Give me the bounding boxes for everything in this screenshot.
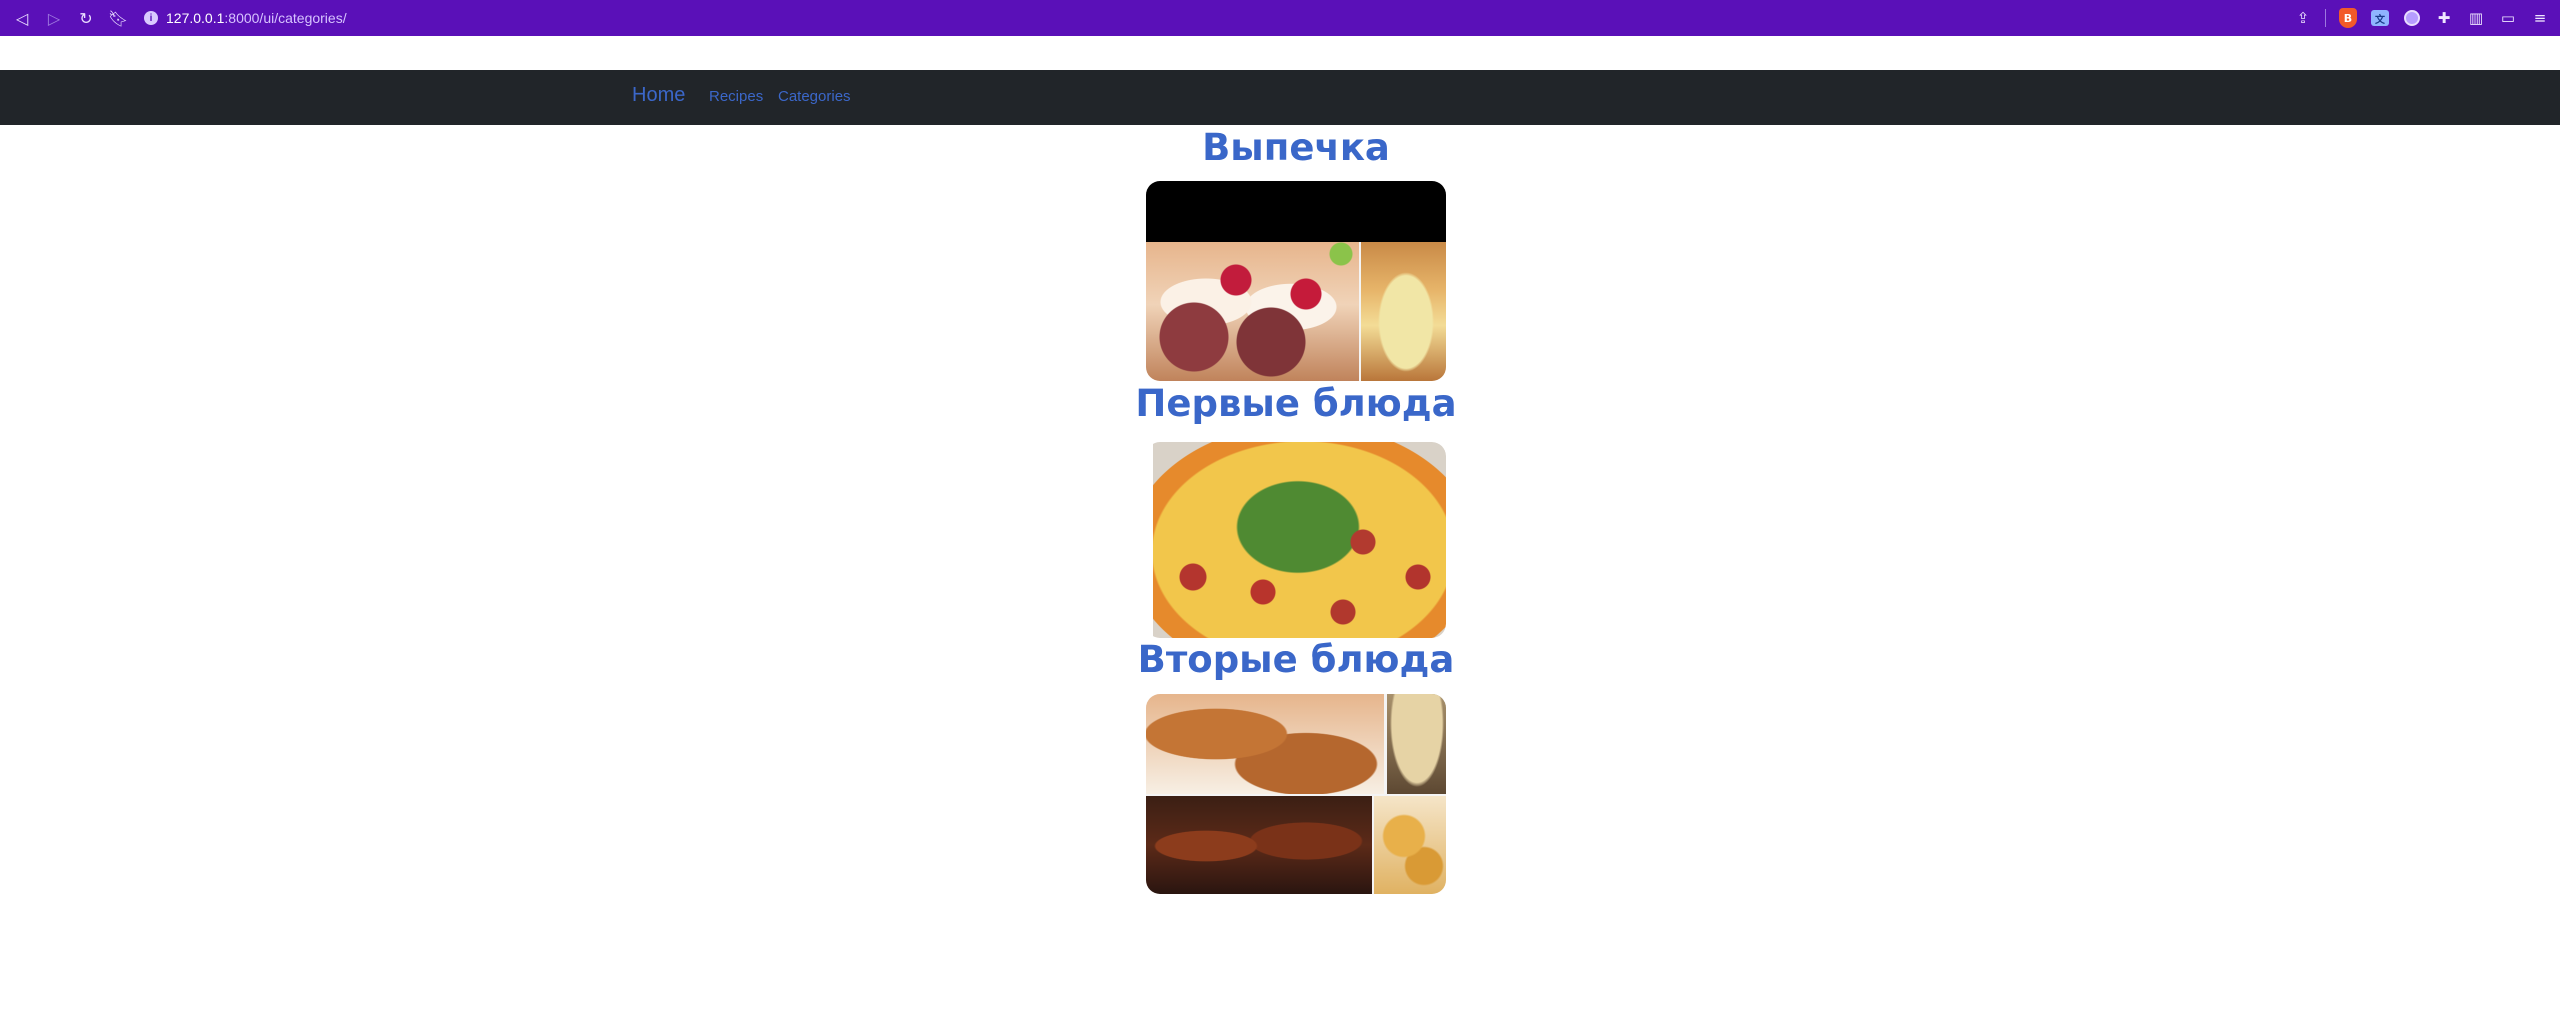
- collage-tile-ribs: [1146, 796, 1372, 894]
- forward-icon[interactable]: ▷: [38, 0, 70, 36]
- collage-tile-cutlets: [1146, 694, 1384, 794]
- back-icon[interactable]: ◁: [6, 0, 38, 36]
- nav-recipes-link[interactable]: Recipes: [709, 88, 763, 105]
- translate-icon[interactable]: 文: [2366, 4, 2394, 32]
- reload-icon[interactable]: ↻: [70, 0, 102, 36]
- collage-tile-soup: [1153, 442, 1446, 638]
- url-path: :8000/ui/categories/: [224, 10, 347, 26]
- browser-toolbar: ◁ ▷ ↻ 🔖︎ i 127.0.0.1:8000/ui/categories/…: [0, 0, 2560, 36]
- vpn-icon[interactable]: [2398, 4, 2426, 32]
- bookmark-icon[interactable]: 🔖︎: [102, 0, 134, 36]
- brave-shield-icon[interactable]: B: [2334, 4, 2362, 32]
- collage-tile-cupcakes: [1146, 242, 1359, 381]
- wallet-icon[interactable]: ▭: [2494, 4, 2522, 32]
- share-icon[interactable]: ⇪: [2289, 4, 2317, 32]
- url-host: 127.0.0.1: [166, 10, 225, 26]
- category-title[interactable]: Вторые блюда: [1000, 638, 1592, 681]
- nav-categories-link[interactable]: Categories: [778, 88, 851, 105]
- menu-icon[interactable]: ≡: [2526, 4, 2554, 32]
- site-info-icon[interactable]: i: [144, 11, 158, 25]
- address-bar[interactable]: i 127.0.0.1:8000/ui/categories/: [144, 5, 347, 31]
- category-title[interactable]: Первые блюда: [1000, 382, 1592, 425]
- collage-tile-potato: [1387, 694, 1446, 794]
- extensions-icon[interactable]: ✚: [2430, 4, 2458, 32]
- collage-tile-black: [1146, 181, 1446, 242]
- nav-home-link[interactable]: Home: [632, 84, 685, 107]
- collage-tile-pie: [1361, 242, 1446, 381]
- toolbar-divider: [2325, 9, 2326, 27]
- sidebar-icon[interactable]: ▥: [2462, 4, 2490, 32]
- collage-tile-pasta: [1374, 796, 1446, 894]
- category-card-image[interactable]: [1146, 442, 1446, 638]
- site-navbar: Home Recipes Categories: [0, 70, 2560, 125]
- category-card-image[interactable]: [1146, 694, 1446, 894]
- category-card-image[interactable]: [1146, 181, 1446, 381]
- category-title[interactable]: Выпечка: [1000, 126, 1592, 169]
